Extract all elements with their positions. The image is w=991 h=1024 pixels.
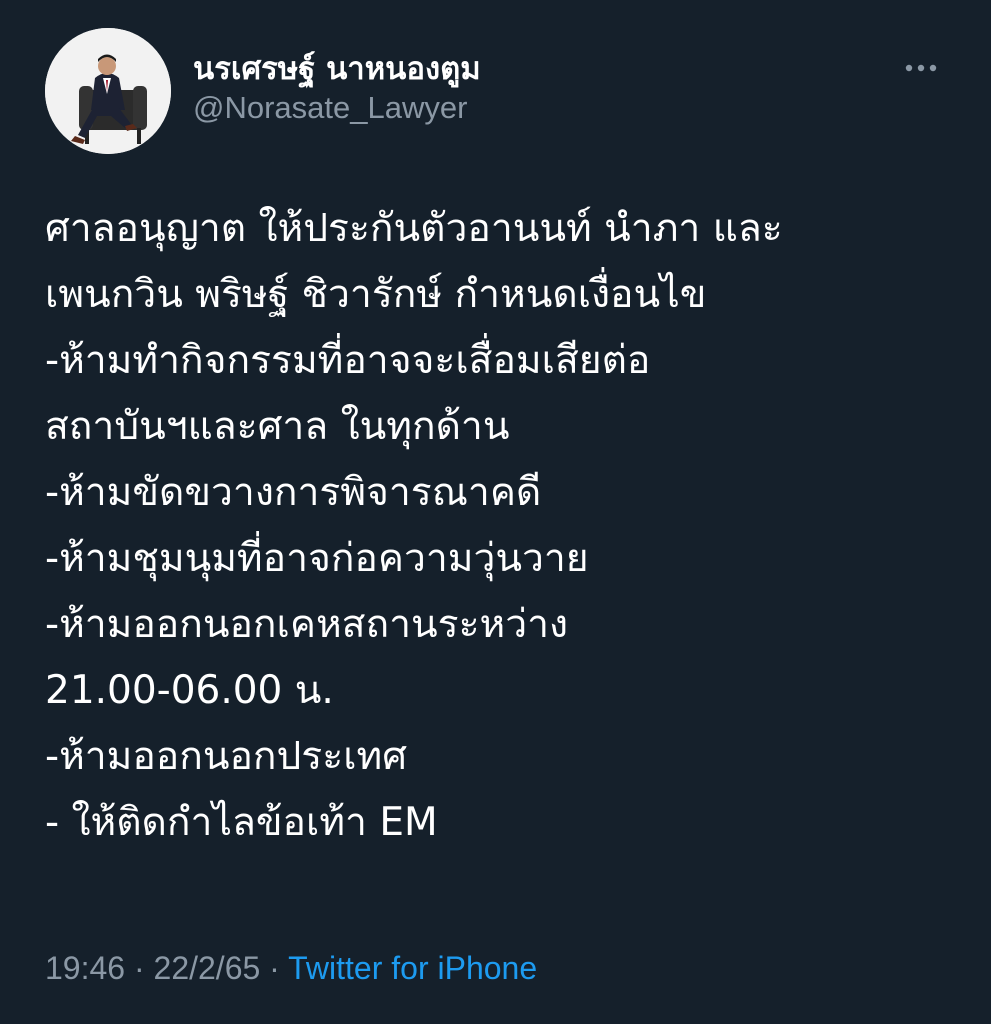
tweet-text: ศาลอนุญาต ให้ประกันตัวอานนท์ นำภา และ เพ… [45, 196, 955, 856]
meta-separator: · [260, 950, 289, 986]
tweet-line: สถาบันฯและศาล ในทุกด้าน [45, 404, 510, 449]
tweet-line: - ให้ติดกำไลข้อเท้า EM [45, 800, 438, 845]
tweet-header: นรเศรษฐ์ นาหนองตูม @Norasate_Lawyer [45, 28, 955, 158]
author-handle[interactable]: @Norasate_Lawyer [193, 88, 481, 128]
tweet-line: -ห้ามออกนอกประเทศ [45, 734, 407, 779]
tweet-source-link[interactable]: Twitter for iPhone [288, 950, 537, 986]
tweet-line: -ห้ามขัดขวางการพิจารณาคดี [45, 470, 542, 515]
tweet-date[interactable]: 22/2/65 [154, 950, 261, 986]
tweet-line: -ห้ามชุมนุมที่อาจก่อความวุ่นวาย [45, 536, 589, 581]
tweet-line: ศาลอนุญาต ให้ประกันตัวอานนท์ นำภา และ [45, 206, 783, 251]
more-horizontal-icon[interactable] [901, 58, 941, 78]
tweet-line: เพนกวิน พริษฐ์ ชิวารักษ์ กำหนดเงื่อนไข [45, 272, 707, 317]
tweet-line: -ห้ามออกนอกเคหสถานระหว่าง [45, 602, 569, 647]
tweet-line: 21.00-06.00 น. [45, 668, 334, 713]
author-names[interactable]: นรเศรษฐ์ นาหนองตูม @Norasate_Lawyer [193, 50, 481, 128]
profile-photo-icon [45, 28, 171, 154]
author-display-name[interactable]: นรเศรษฐ์ นาหนองตูม [193, 50, 481, 88]
meta-separator: · [125, 950, 154, 986]
tweet-meta: 19:46 · 22/2/65 · Twitter for iPhone [45, 946, 537, 990]
tweet-time[interactable]: 19:46 [45, 950, 125, 986]
avatar[interactable] [45, 28, 171, 154]
tweet-line: -ห้ามทำกิจกรรมที่อาจจะเสื่อมเสียต่อ [45, 338, 651, 383]
